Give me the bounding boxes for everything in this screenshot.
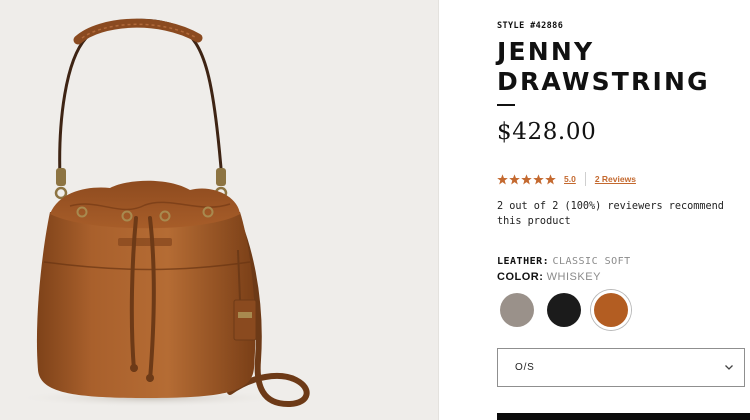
swatch-fill [500, 293, 534, 327]
leather-option: LEATHER: CLASSIC SOFT [497, 256, 631, 267]
star-icon [497, 173, 508, 184]
color-value: WHISKEY [546, 271, 601, 283]
product-details: STYLE #42886 JENNY DRAWSTRING $428.00 5.… [497, 0, 750, 420]
color-option: COLOR: WHISKEY [497, 271, 601, 283]
reviews-link[interactable]: 2 Reviews [595, 174, 636, 184]
star-rating[interactable] [497, 173, 556, 185]
star-icon [533, 173, 544, 184]
swatch-black[interactable] [544, 290, 584, 330]
swatch-grey[interactable] [497, 290, 537, 330]
add-to-bag-button[interactable] [497, 413, 750, 420]
rating-row: 5.0 2 Reviews [497, 170, 636, 188]
recommend-text: 2 out of 2 (100%) reviewers recommend th… [497, 201, 724, 227]
color-swatches [497, 290, 631, 330]
product-image[interactable] [0, 0, 438, 420]
size-select-value: O/S [515, 362, 535, 373]
product-price: $428.00 [497, 119, 597, 145]
size-select[interactable]: O/S [497, 348, 745, 387]
color-label: COLOR: [497, 271, 544, 283]
star-icon [545, 173, 556, 184]
style-number: STYLE #42886 [497, 21, 564, 31]
star-icon [521, 173, 532, 184]
swatch-fill [547, 293, 581, 327]
leather-value: CLASSIC SOFT [552, 256, 631, 267]
title-divider [497, 104, 515, 106]
product-title: JENNY DRAWSTRING [497, 37, 710, 96]
chevron-down-icon [725, 365, 733, 370]
swatch-fill [594, 293, 628, 327]
rating-value-link[interactable]: 5.0 [564, 174, 576, 184]
star-icon [509, 173, 520, 184]
rating-separator [584, 172, 586, 186]
bucket-bag-image [15, 18, 310, 408]
swatch-whiskey[interactable] [591, 290, 631, 330]
panel-divider [438, 0, 439, 420]
leather-label: LEATHER: [497, 256, 550, 267]
